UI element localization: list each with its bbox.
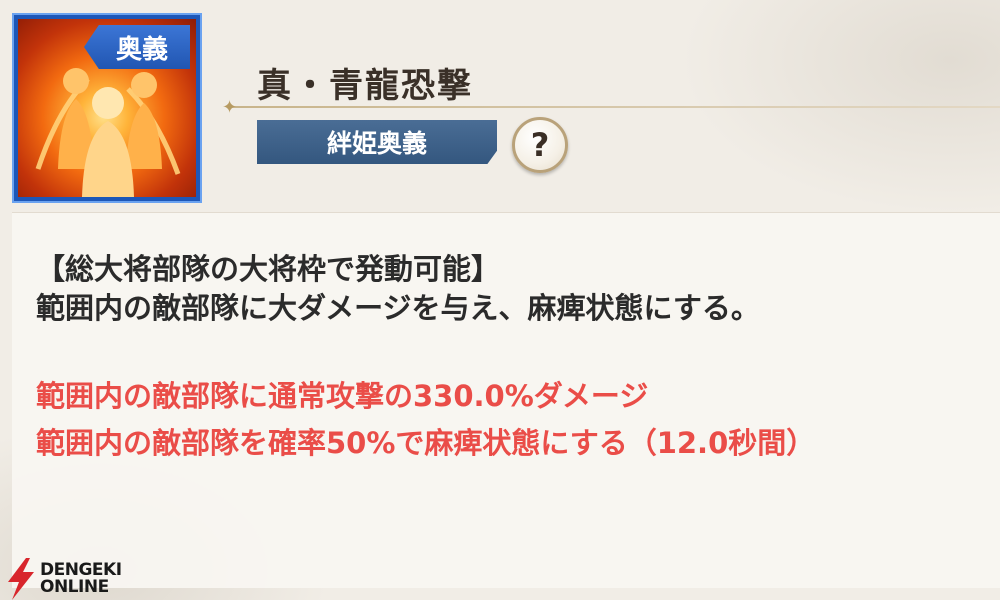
effect-detail-paralysis: 範囲内の敵部隊を確率50%で麻痺状態にする（12.0秒間） (36, 426, 816, 460)
effect-detail-damage: 範囲内の敵部隊に通常攻撃の330.0%ダメージ (36, 379, 649, 413)
ornament-icon: ✦ (222, 97, 238, 118)
skill-icon: 奥義 (12, 13, 202, 203)
effect-summary: 範囲内の敵部隊に大ダメージを与え、麻痺状態にする。 (36, 291, 760, 325)
watermark-logo: DENGEKI ONLINE (4, 558, 129, 600)
ougi-tag: 奥義 (84, 25, 190, 69)
skill-name: 真・青龍恐撃 (257, 66, 473, 106)
category-badge: 絆姫奥義 (257, 120, 497, 164)
watermark-line2: ONLINE (40, 577, 109, 597)
description-panel: 【総大将部隊の大将枠で発動可能】 範囲内の敵部隊に大ダメージを与え、麻痺状態にす… (12, 212, 1000, 588)
activation-condition: 【総大将部隊の大将枠で発動可能】 (36, 252, 501, 286)
lightning-bolt-icon (8, 558, 34, 600)
help-button[interactable]: ? (512, 117, 568, 173)
warriors-silhouette-icon: 奥義 (18, 19, 196, 197)
title-divider (230, 106, 1000, 108)
